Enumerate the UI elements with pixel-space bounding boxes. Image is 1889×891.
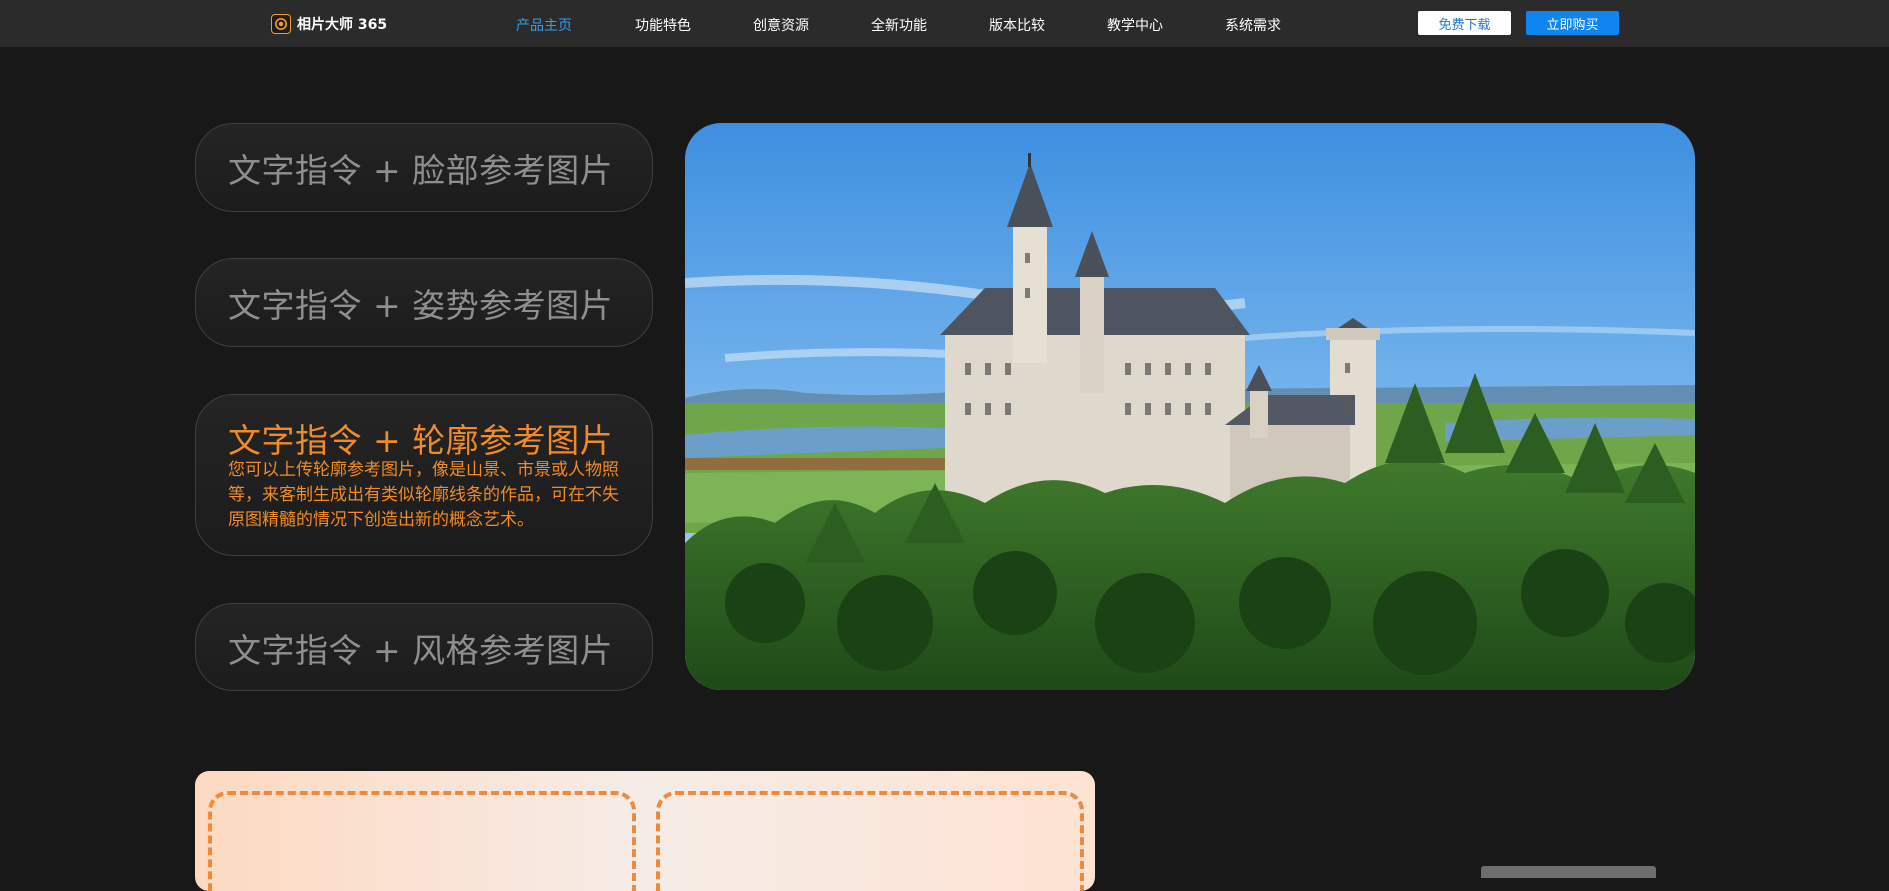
camera-aperture-icon (271, 14, 291, 34)
nav-item-new-features[interactable]: 全新功能 (871, 15, 927, 35)
floating-tab[interactable] (1481, 866, 1656, 878)
top-navbar: 相片大师 365 产品主页 功能特色 创意资源 全新功能 版本比较 教学中心 系… (0, 0, 1889, 47)
brand-name: 相片大师 365 (297, 17, 388, 33)
feature-card-title: 文字指令 + 脸部参考图片 (228, 151, 614, 190)
upload-panel (195, 771, 1095, 891)
feature-card-description: 您可以上传轮廓参考图片，像是山景、市景或人物照等，来客制生成出有类似轮廓线条的作… (228, 460, 619, 530)
nav-item-features[interactable]: 功能特色 (635, 15, 691, 35)
buy-now-button[interactable]: 立即购买 (1526, 11, 1619, 35)
nav-item-version-compare[interactable]: 版本比较 (989, 15, 1045, 35)
feature-card-title: 文字指令 + 风格参考图片 (228, 631, 614, 670)
upload-dropzone-left[interactable] (208, 791, 636, 891)
brand-logo-link[interactable]: 相片大师 365 (271, 13, 387, 35)
feature-card-title: 文字指令 + 轮廓参考图片 (228, 421, 614, 460)
nav-item-creative-resources[interactable]: 创意资源 (753, 15, 809, 35)
feature-card-title: 文字指令 + 姿势参考图片 (228, 286, 614, 325)
upload-dropzone-right[interactable] (656, 791, 1084, 891)
feature-card-outline-reference[interactable]: 文字指令 + 轮廓参考图片 您可以上传轮廓参考图片，像是山景、市景或人物照等，来… (195, 394, 653, 556)
free-download-button[interactable]: 免费下载 (1418, 11, 1511, 35)
feature-card-style-reference[interactable]: 文字指令 + 风格参考图片 (195, 603, 653, 691)
feature-card-face-reference[interactable]: 文字指令 + 脸部参考图片 (195, 123, 653, 212)
castle-on-hill-landscape-image (685, 123, 1695, 690)
feature-card-pose-reference[interactable]: 文字指令 + 姿势参考图片 (195, 258, 653, 347)
nav-item-product-home[interactable]: 产品主页 (516, 15, 572, 35)
nav-item-system-requirements[interactable]: 系统需求 (1225, 15, 1281, 35)
nav-item-tutorials[interactable]: 教学中心 (1107, 15, 1163, 35)
